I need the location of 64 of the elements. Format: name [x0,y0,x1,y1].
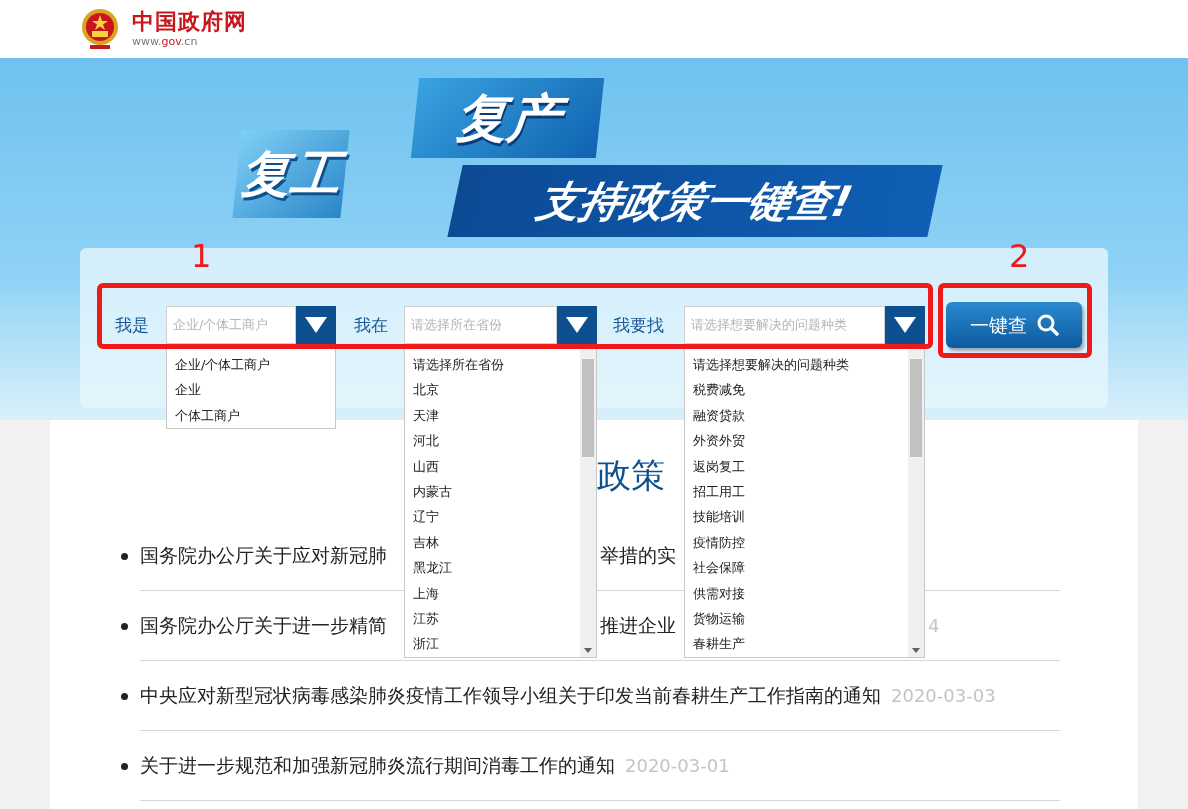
dropdown-option[interactable]: 北京 [405,377,580,403]
dropdown-button[interactable] [557,306,597,344]
dropdown-option[interactable]: 社会保障 [685,555,908,581]
dropdown-option[interactable]: 辽宁 [405,504,580,530]
dropdown-option[interactable]: 疫情防控 [685,529,908,556]
dropdown-option[interactable]: 招工用工 [685,478,908,505]
news-date: 2020-03-01 [625,754,730,778]
search-button[interactable]: 一键查 [946,302,1082,348]
dropdown-option[interactable]: 企业 [167,377,335,403]
dropdown-option[interactable]: 返岗复工 [685,453,908,479]
dropdown-option[interactable]: 春耕生产 [685,631,908,657]
caret-icon [566,317,588,333]
annotation-number: 1 [191,236,212,276]
dropdown-option[interactable]: 税费减免 [685,377,908,403]
caret-icon [305,317,327,333]
scroll-down-icon[interactable] [584,647,592,653]
news-link[interactable]: 国务院办公厅关于进一步精简 [140,614,387,637]
scrollbar-thumb[interactable] [910,359,922,457]
news-link[interactable]: 国务院办公厅关于应对新冠肺 [140,544,387,567]
news-link[interactable]: 中央应对新型冠状病毒感染肺炎疫情工作领导小组关于印发当前春耕生产工作指南的通知 [140,681,881,710]
section-heading: 政策 [597,455,665,495]
dropdown-option[interactable]: 供需对接 [685,580,908,606]
dropdown-option[interactable]: 吉林 [405,529,580,556]
field-label: 我是 [115,314,150,337]
banner-tile: 复工 [232,130,350,218]
search-icon [1036,314,1059,336]
site-url: www.gov.cn [132,35,199,49]
dropdown-option[interactable]: 技能培训 [685,504,908,530]
caret-icon [894,317,916,333]
bullet-icon [121,762,128,770]
banner-tile: 复产 [410,78,605,158]
dropdown-button[interactable] [296,306,336,344]
emblem-icon [80,7,120,51]
scroll-down-icon[interactable] [912,647,920,653]
news-date: 4 [928,614,940,638]
dropdown-button[interactable] [885,306,925,344]
dropdown-option[interactable]: 上海 [405,580,580,606]
dropdown-option[interactable]: 天津 [405,402,580,429]
news-link[interactable]: 推进企业 [600,614,676,637]
bullet-icon [121,692,128,700]
dropdown-option[interactable]: 请选择所在省份 [405,352,580,378]
field-label: 我在 [354,314,389,337]
dropdown-option[interactable]: 个体工商户 [167,402,335,429]
dropdown-option[interactable]: 内蒙古 [405,478,580,505]
news-date: 2020-03-03 [891,684,996,708]
dropdown-option[interactable]: 请选择想要解决的问题种类 [685,352,908,378]
bullet-icon [121,552,128,560]
dropdown-option[interactable]: 江苏 [405,605,580,632]
annotation-number: 2 [1009,236,1030,276]
news-link[interactable]: 关于进一步规范和加强新冠肺炎流行期间消毒工作的通知 [140,751,615,780]
dropdown-option[interactable]: 河北 [405,428,580,454]
dropdown-option[interactable]: 山西 [405,453,580,479]
dropdown-option[interactable]: 浙江 [405,631,580,657]
dropdown-option[interactable]: 外资外贸 [685,428,908,454]
bullet-icon [121,622,128,630]
news-link[interactable]: 举措的实 [600,544,676,567]
dropdown-option[interactable]: 货物运输 [685,605,908,632]
dropdown-option[interactable]: 融资贷款 [685,402,908,429]
dropdown-option[interactable]: 黑龙江 [405,555,580,581]
dropdown-option[interactable]: 企业/个体工商户 [167,352,335,378]
banner-slogan: 支持政策一键查! [447,165,943,237]
site-name: 中国政府网 [132,9,247,35]
scrollbar-thumb[interactable] [582,359,594,457]
field-label: 我要找 [613,314,665,337]
